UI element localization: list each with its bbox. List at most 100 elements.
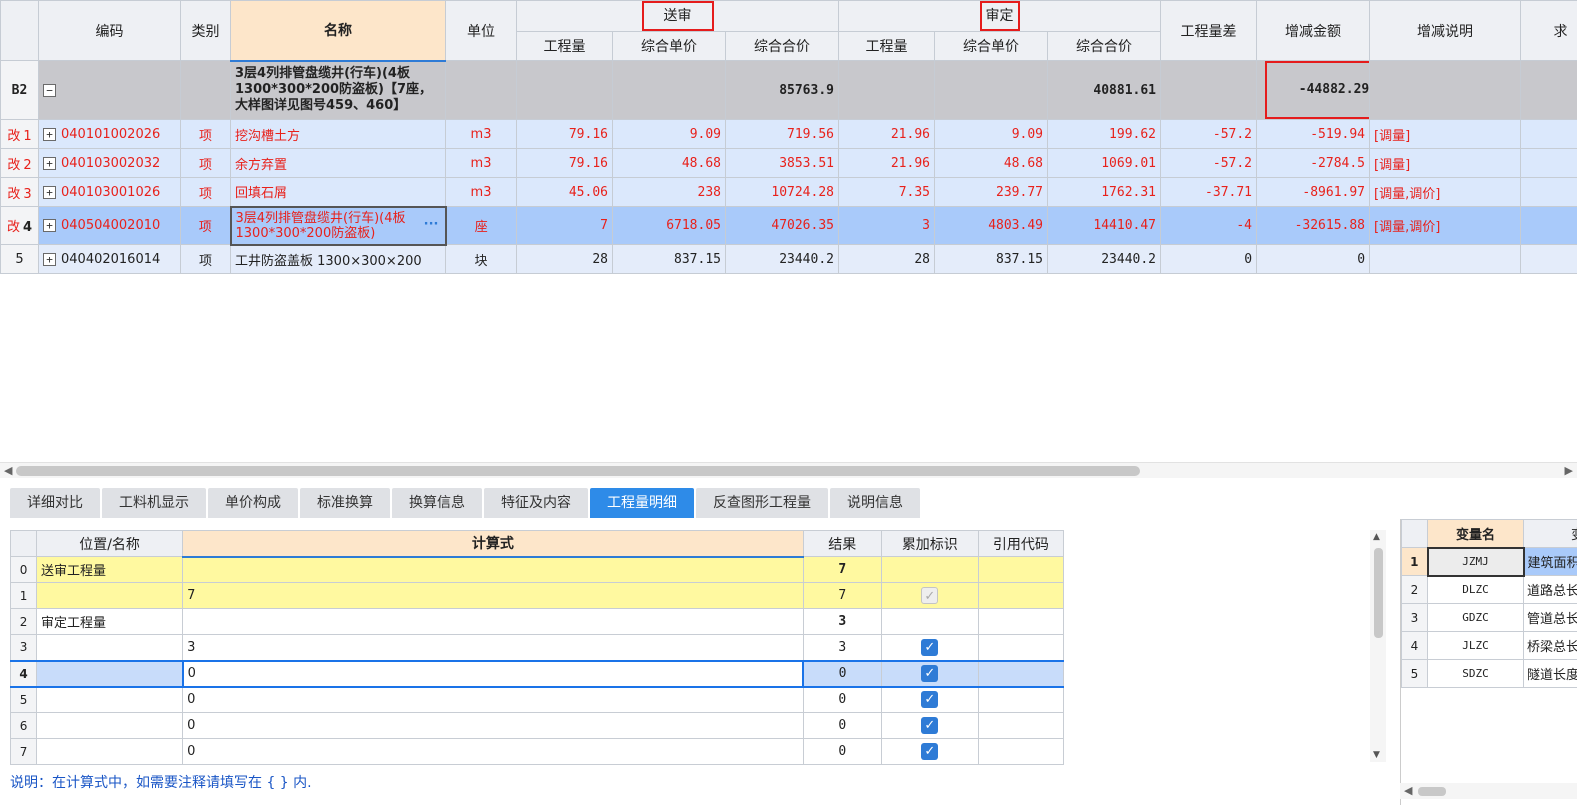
item-a-qty[interactable]: 21.96 [838, 148, 935, 178]
item-type[interactable]: 项 [180, 177, 231, 207]
expand-icon[interactable]: + [43, 219, 56, 232]
ref-code-cell[interactable] [977, 738, 1065, 765]
position-cell[interactable] [36, 738, 184, 765]
variable-hscrollbar[interactable]: ◀ [1400, 783, 1577, 799]
col-header-change-note[interactable]: 增减说明 [1369, 0, 1522, 61]
variable-desc[interactable]: 隧道长度 [1523, 659, 1577, 688]
group-name[interactable]: 3层4列排管盘缆井(行车)(4板1300*300*200防盗板)【7座，大样图详… [230, 60, 446, 120]
item-s-qty[interactable]: 45.06 [516, 177, 613, 207]
scroll-thumb[interactable] [16, 466, 1140, 476]
item-s-qty[interactable]: 7 [516, 206, 613, 245]
item-s-price[interactable]: 9.09 [612, 119, 726, 149]
item-a-price[interactable]: 239.77 [934, 177, 1048, 207]
item-s-qty[interactable]: 79.16 [516, 119, 613, 149]
expand-icon[interactable]: + [43, 252, 56, 266]
col-header-extra[interactable]: 求 [1520, 0, 1577, 61]
code-cell[interactable]: +040103002032 [38, 148, 181, 178]
item-s-price[interactable]: 837.15 [612, 244, 726, 274]
ref-code-cell[interactable] [977, 634, 1065, 661]
position-cell[interactable] [36, 659, 184, 688]
var-corner[interactable] [1401, 519, 1428, 548]
tab-6[interactable]: 特征及内容 [484, 488, 588, 518]
item-change[interactable]: -8961.97 [1256, 177, 1371, 207]
formula-cell[interactable] [182, 608, 804, 635]
item-type[interactable]: 项 [180, 244, 231, 274]
variable-code[interactable]: GDZC [1427, 603, 1524, 632]
tab-1[interactable]: 详细对比 [10, 488, 100, 518]
item-s-total[interactable]: 10724.28 [725, 177, 839, 207]
formula-cell[interactable]: 0 [181, 659, 805, 688]
variable-desc[interactable]: 道路总长 [1523, 575, 1577, 604]
corner-cell[interactable] [0, 0, 39, 61]
item-unit[interactable]: m3 [445, 177, 517, 207]
col-header-submitted-qty[interactable]: 工程量 [516, 31, 613, 61]
item-change-note[interactable]: [调量] [1369, 119, 1522, 149]
expand-icon[interactable]: + [43, 185, 56, 199]
col-header-position[interactable]: 位置/名称 [36, 530, 184, 557]
detail-row[interactable]: 1 7 7 ✓ [9, 582, 1065, 609]
item-a-qty[interactable]: 28 [838, 244, 935, 274]
tab-4[interactable]: 标准换算 [300, 488, 390, 518]
position-cell[interactable] [36, 712, 184, 739]
item-a-total[interactable]: 1069.01 [1046, 148, 1162, 178]
item-name[interactable]: 挖沟槽土方 [230, 119, 446, 149]
variable-row[interactable]: 1 JZMJ 建筑面积 [1401, 546, 1577, 577]
item-a-price[interactable]: 48.68 [934, 148, 1048, 178]
item-a-total[interactable]: 1762.31 [1046, 177, 1162, 207]
table-row[interactable]: 改 1 +040101002026 项挖沟槽土方 m3 79.16 9.09 719.56 21… [0, 119, 1577, 149]
ref-code-cell[interactable] [977, 659, 1065, 688]
checkbox-checked-icon[interactable]: ✓ [921, 743, 939, 760]
var-scroll-left-icon[interactable]: ◀ [1404, 784, 1412, 797]
accumulate-cell[interactable]: ✓ [880, 634, 979, 661]
col-header-name[interactable]: 名称 [230, 0, 446, 62]
col-header-type[interactable]: 类别 [180, 0, 231, 61]
item-s-price[interactable]: 238 [612, 177, 726, 207]
item-s-total[interactable]: 3853.51 [725, 148, 839, 178]
variable-code[interactable]: SDZC [1427, 659, 1524, 688]
item-s-qty[interactable]: 28 [516, 244, 613, 274]
position-cell[interactable] [36, 686, 184, 713]
group-row[interactable]: B2 − 3层4列排管盘缆井(行车)(4板1300*300*200防盗板)【7座… [0, 60, 1577, 120]
accumulate-cell[interactable]: ✓ [880, 712, 979, 739]
code-cell[interactable]: +040103001026 [38, 177, 181, 207]
variable-desc[interactable]: 管道总长 [1523, 603, 1577, 632]
code-cell[interactable]: +040402016014 [38, 244, 181, 274]
item-s-total[interactable]: 47026.35 [725, 206, 839, 245]
scroll-down-icon[interactable]: ▼ [1373, 750, 1380, 760]
formula-cell[interactable]: 0 [182, 686, 804, 713]
variable-code[interactable]: JZMJ [1426, 546, 1525, 577]
formula-cell[interactable] [182, 556, 804, 583]
variable-row[interactable]: 5 SDZC 隧道长度 [1401, 659, 1577, 688]
variable-desc[interactable]: 建筑面积 [1523, 547, 1577, 576]
accumulate-cell[interactable]: ✓ [880, 582, 979, 609]
col-header-submitted-unit-price[interactable]: 综合单价 [612, 31, 726, 61]
item-a-total[interactable]: 14410.47 [1046, 206, 1162, 245]
detail-row[interactable]: 4 0 0 ✓ [9, 659, 1065, 688]
formula-cell[interactable]: 7 [182, 582, 804, 609]
item-change-note[interactable] [1369, 244, 1522, 274]
ref-code-cell[interactable] [977, 556, 1065, 583]
formula-cell[interactable]: 0 [182, 712, 804, 739]
code-cell[interactable]: +040504002010 [38, 206, 181, 245]
col-header-submitted-total[interactable]: 综合合价 [725, 31, 839, 61]
item-qty-diff[interactable]: -57.2 [1160, 119, 1258, 149]
item-a-price[interactable]: 4803.49 [934, 206, 1048, 245]
item-change-note[interactable]: [调量,调价] [1369, 206, 1522, 245]
ref-code-cell[interactable] [977, 608, 1065, 635]
col-header-approved-total[interactable]: 综合合价 [1046, 31, 1162, 61]
col-header-accumulate[interactable]: 累加标识 [880, 530, 979, 557]
accumulate-cell[interactable] [880, 608, 979, 635]
horizontal-scrollbar[interactable]: ◀ ▶ [0, 462, 1577, 478]
position-cell[interactable] [36, 634, 184, 661]
col-header-qty-diff[interactable]: 工程量差 [1160, 0, 1258, 61]
expand-icon[interactable]: + [43, 127, 56, 141]
variable-row[interactable]: 4 JLZC 桥梁总长 [1401, 631, 1577, 660]
item-a-qty[interactable]: 21.96 [838, 119, 935, 149]
item-change-note[interactable]: [调量] [1369, 148, 1522, 178]
item-a-total[interactable]: 23440.2 [1046, 244, 1162, 274]
item-name[interactable]: 余方弃置 [230, 148, 446, 178]
detail-row[interactable]: 6 0 0 ✓ [9, 712, 1065, 739]
tab-2[interactable]: 工料机显示 [102, 488, 206, 518]
ref-code-cell[interactable] [977, 582, 1065, 609]
item-type[interactable]: 项 [180, 119, 231, 149]
